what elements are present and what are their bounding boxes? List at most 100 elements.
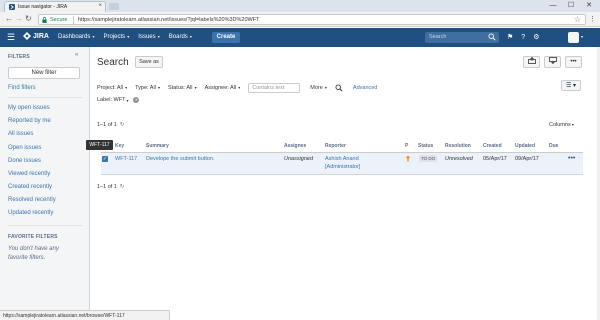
browser-status-bar: https://samplejiratolearn.atlassian.net/… [0, 310, 170, 320]
col-status[interactable]: Status [418, 143, 433, 149]
list-view-icon: ☰ ▾ [565, 83, 577, 89]
refresh-icon[interactable]: ↻ [120, 122, 125, 128]
window-controls: — ☐ ✕ [544, 0, 598, 12]
nav-issues-label: Issues [138, 34, 156, 40]
chevron-down-icon: ▾ [123, 85, 128, 90]
more-filter[interactable]: More ▾ [310, 85, 327, 91]
url-text: https://samplejiratolearn.atlassian.net/… [78, 17, 260, 23]
col-created[interactable]: Created [483, 143, 502, 149]
issue-updated: 09/Apr/17 [515, 156, 539, 162]
export-button[interactable] [544, 56, 561, 68]
header-search-input[interactable]: Search [425, 32, 499, 43]
share-button[interactable] [523, 56, 540, 68]
favorite-filters-empty: You don't have any favorite filters. [8, 246, 59, 261]
browser-menu-icon[interactable]: ⋮ [589, 15, 596, 23]
chevron-down-icon: ▾ [156, 34, 160, 39]
gear-icon[interactable]: ⚙ [533, 32, 539, 43]
col-assignee[interactable]: Assignee [284, 143, 306, 149]
lock-icon [42, 17, 47, 23]
contains-text-input[interactable]: Contains text [248, 83, 301, 93]
issue-reporter-role[interactable]: [Administrator] [325, 164, 360, 170]
assignee-filter[interactable]: Assignee: All ▾ [205, 85, 241, 91]
sidebar-item-my-open-issues[interactable]: My open issues [8, 105, 50, 111]
table-row[interactable]: ✓ WFT-117 Develope the submit button. Un… [101, 153, 583, 175]
tools-button[interactable]: ••• [565, 56, 582, 68]
label-filter[interactable]: Label: WFT ▾ ✕ [97, 97, 140, 103]
basic-search-bar: Project: All ▾ Type: All ▾ Status: All ▾… [97, 83, 377, 93]
tab-close-icon[interactable]: × [98, 3, 102, 9]
bookmark-star-icon[interactable]: ☆ [574, 15, 581, 24]
tab-title: Issue navigator - JIRA [18, 4, 68, 10]
share-icon [527, 56, 536, 64]
url-field[interactable]: Secure https://samplejiratolearn.atlassi… [38, 14, 586, 25]
jira-logo[interactable]: JIRA [23, 32, 49, 40]
issue-reporter-name[interactable]: Ashish Anand [325, 156, 359, 162]
nav-issues[interactable]: Issues ▾ [138, 34, 159, 40]
chevron-down-icon: ▾ [126, 97, 129, 103]
priority-arrow-up-icon [405, 155, 411, 162]
sidebar-item-resolved-recently[interactable]: Resolved recently [8, 197, 56, 203]
sidebar-item-reported-by-me[interactable]: Reported by me [8, 118, 51, 124]
jira-favicon-icon [9, 4, 15, 10]
page-title: Search [97, 57, 129, 68]
sidebar-item-open-issues[interactable]: Open issues [8, 145, 41, 151]
chevron-down-icon: ▾ [156, 85, 161, 90]
sidebar-item-updated-recently[interactable]: Updated recently [8, 210, 53, 216]
col-due[interactable]: Due [549, 143, 558, 149]
chevron-down-icon: ▾ [570, 122, 574, 127]
columns-button[interactable]: Columns ▾ [549, 122, 574, 128]
collapse-sidebar-icon[interactable]: « [75, 52, 78, 58]
refresh-icon[interactable]: ↻ [120, 184, 125, 190]
nav-dashboards[interactable]: Dashboards ▾ [58, 34, 94, 40]
issue-key-link[interactable]: WFT-117 [115, 156, 137, 162]
minimize-button[interactable]: — [544, 0, 562, 12]
search-icon[interactable] [335, 84, 343, 92]
col-reporter[interactable]: Reporter [325, 143, 346, 149]
chevron-down-icon: ▾ [323, 85, 327, 90]
sidebar-item-all-issues[interactable]: All issues [8, 131, 33, 137]
close-window-button[interactable]: ✕ [580, 0, 598, 12]
sidebar-item-done-issues[interactable]: Done issues [8, 158, 41, 164]
jira-logo-icon [23, 32, 31, 40]
new-filter-button[interactable]: New filter [8, 67, 80, 79]
reload-icon[interactable]: ↻ [25, 15, 32, 23]
col-resolution[interactable]: Resolution [445, 143, 471, 149]
maximize-button[interactable]: ☐ [562, 0, 580, 12]
row-checkbox[interactable]: ✓ [102, 156, 108, 162]
chevron-down-icon: ▾ [91, 34, 95, 39]
create-button[interactable]: Create [212, 32, 240, 43]
issue-summary-link[interactable]: Develope the submit button. [146, 156, 215, 162]
avatar[interactable] [568, 32, 579, 43]
col-updated[interactable]: Updated [515, 143, 535, 149]
save-as-button[interactable]: Save as [135, 56, 163, 68]
more-filter-label: More [310, 85, 323, 91]
status-url: https://samplejiratolearn.atlassian.net/… [3, 313, 125, 319]
col-summary[interactable]: Summary [146, 143, 169, 149]
sidebar-item-viewed-recently[interactable]: Viewed recently [8, 171, 50, 177]
nav-projects[interactable]: Projects ▾ [103, 34, 129, 40]
browser-window: Issue navigator - JIRA × — ☐ ✕ ← → ↻ Sec… [0, 0, 600, 320]
col-key[interactable]: Key [115, 143, 124, 149]
sidebar-item-created-recently[interactable]: Created recently [8, 184, 52, 190]
forward-arrow-icon[interactable]: → [15, 15, 23, 23]
results-count-text: 1–1 of 1 [97, 122, 117, 128]
back-arrow-icon[interactable]: ← [5, 15, 13, 23]
feedback-icon[interactable]: ⚑ [507, 32, 513, 43]
avatar-caret-icon[interactable]: ▾ [581, 34, 583, 39]
advanced-search-link[interactable]: Advanced [353, 85, 377, 91]
project-filter[interactable]: Project: All ▾ [97, 85, 127, 91]
type-filter[interactable]: Type: All ▾ [135, 85, 160, 91]
nav-boards[interactable]: Boards ▾ [169, 34, 192, 40]
status-filter[interactable]: Status: All ▾ [168, 85, 197, 91]
browser-tab[interactable]: Issue navigator - JIRA × [4, 1, 106, 12]
app-switcher-icon[interactable]: ☰ [7, 32, 17, 42]
remove-filter-icon[interactable]: ✕ [133, 97, 140, 103]
help-icon[interactable]: ? [521, 32, 525, 43]
col-priority[interactable]: P [405, 143, 408, 149]
find-filters-link[interactable]: Find filters [8, 85, 36, 91]
new-tab-button[interactable] [109, 3, 119, 10]
row-actions-icon[interactable]: ••• [568, 155, 575, 162]
layout-switcher-button[interactable]: ☰ ▾ [561, 80, 581, 91]
header-nav: Dashboards ▾ Projects ▾ Issues ▾ Boards … [58, 34, 201, 40]
results-count-bottom: 1–1 of 1 ↻ [97, 184, 125, 190]
